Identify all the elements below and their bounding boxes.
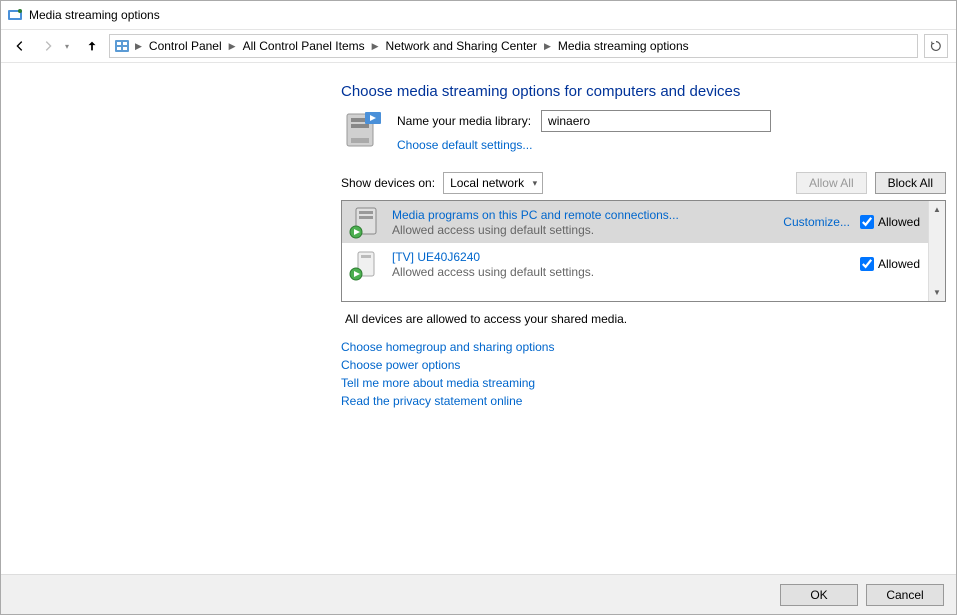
back-button[interactable] [9,35,31,57]
content-area: Choose media streaming options for compu… [1,63,956,408]
title-bar: Media streaming options [1,1,956,29]
media-device-icon [350,206,382,238]
chevron-right-icon[interactable]: ▶ [228,41,237,52]
up-button[interactable] [81,35,103,57]
address-bar[interactable]: ▶ Control Panel ▶ All Control Panel Item… [109,34,918,58]
homegroup-link[interactable]: Choose homegroup and sharing options [341,340,946,354]
library-name-input[interactable] [541,110,771,132]
cancel-button[interactable]: Cancel [866,584,944,606]
device-item[interactable]: Media programs on this PC and remote con… [342,201,928,243]
ok-button[interactable]: OK [780,584,858,606]
history-dropdown[interactable]: ▾ [65,42,75,51]
allowed-label: Allowed [878,215,920,229]
allowed-checkbox[interactable]: Allowed [860,257,920,271]
forward-button[interactable] [37,35,59,57]
status-text: All devices are allowed to access your s… [345,312,942,326]
footer: OK Cancel [1,574,956,614]
scrollbar[interactable]: ▲ ▼ [928,201,945,301]
library-name-label: Name your media library: [397,114,531,128]
breadcrumb-item[interactable]: Network and Sharing Center [382,39,541,53]
allowed-checkbox[interactable]: Allowed [860,215,920,229]
customize-link[interactable]: Customize... [783,215,850,229]
media-device-icon [350,248,382,280]
refresh-button[interactable] [924,34,948,58]
control-panel-icon [114,38,130,54]
filter-row: Show devices on: Local network Allow All… [341,172,946,194]
device-name-link[interactable]: Media programs on this PC and remote con… [392,208,773,222]
play-icon [349,267,363,281]
computer-icon [341,110,385,154]
device-status: Allowed access using default settings. [392,265,850,279]
power-options-link[interactable]: Choose power options [341,358,946,372]
chevron-right-icon[interactable]: ▶ [371,41,380,52]
allowed-checkbox-input[interactable] [860,257,874,271]
chevron-right-icon[interactable]: ▶ [543,41,552,52]
navigation-bar: ▾ ▶ Control Panel ▶ All Control Panel It… [1,29,956,63]
play-icon [349,225,363,239]
device-list: Media programs on this PC and remote con… [341,200,946,302]
device-name-link[interactable]: [TV] UE40J6240 [392,250,850,264]
chevron-right-icon[interactable]: ▶ [134,41,143,52]
scroll-up-button[interactable]: ▲ [929,201,945,218]
allowed-label: Allowed [878,257,920,271]
scroll-down-button[interactable]: ▼ [929,284,945,301]
privacy-link[interactable]: Read the privacy statement online [341,394,946,408]
app-icon [7,7,23,23]
network-select[interactable]: Local network [443,172,543,194]
page-heading: Choose media streaming options for compu… [341,83,946,100]
choose-default-settings-link[interactable]: Choose default settings... [397,138,771,152]
block-all-button[interactable]: Block All [875,172,946,194]
scroll-track[interactable] [929,218,945,284]
window-title: Media streaming options [29,8,160,22]
breadcrumb-item[interactable]: All Control Panel Items [239,39,369,53]
breadcrumb-item[interactable]: Media streaming options [554,39,693,53]
related-links: Choose homegroup and sharing options Cho… [341,340,946,408]
device-status: Allowed access using default settings. [392,223,773,237]
allow-all-button[interactable]: Allow All [796,172,867,194]
tell-more-link[interactable]: Tell me more about media streaming [341,376,946,390]
breadcrumb-item[interactable]: Control Panel [145,39,226,53]
show-devices-label: Show devices on: [341,176,435,190]
allowed-checkbox-input[interactable] [860,215,874,229]
library-name-row: Name your media library: Choose default … [341,110,946,154]
device-item[interactable]: [TV] UE40J6240 Allowed access using defa… [342,243,928,285]
